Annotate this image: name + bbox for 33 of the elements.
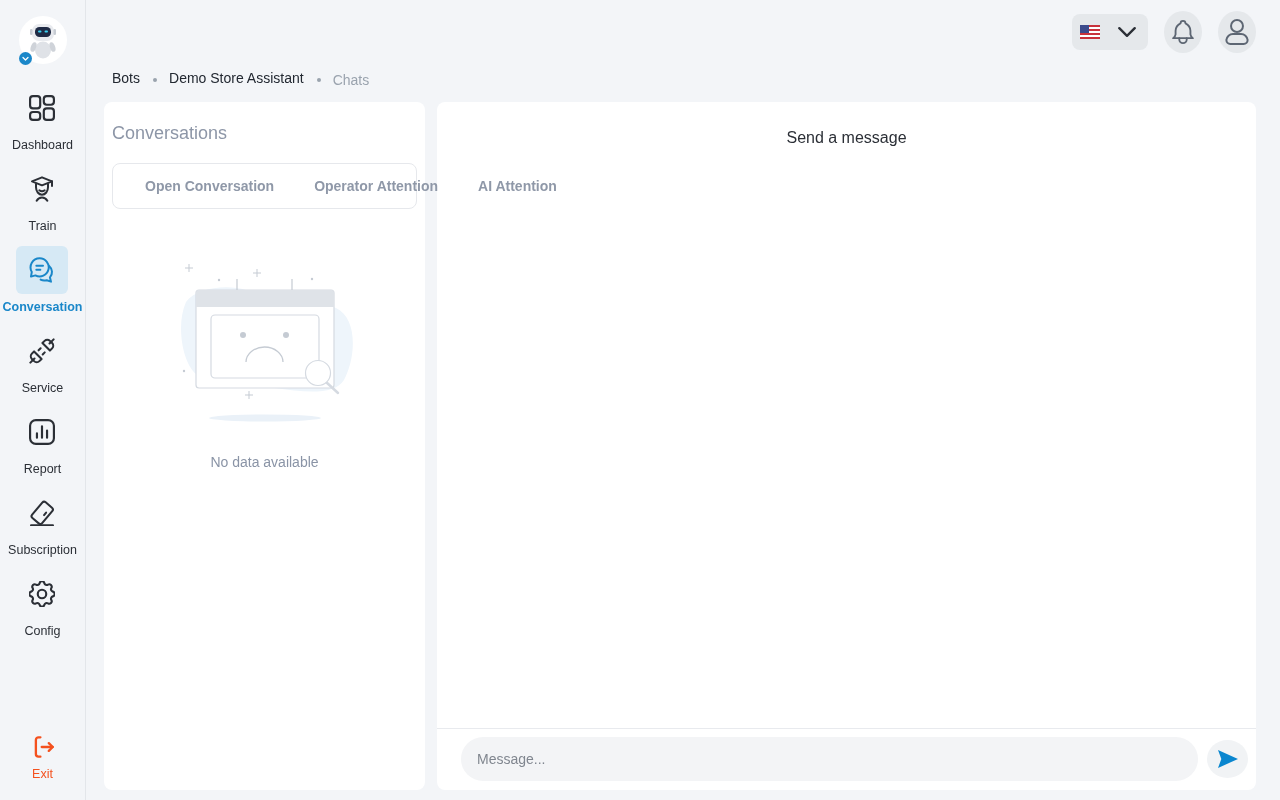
robot-avatar: [18, 16, 67, 64]
bar-chart-icon: [29, 419, 56, 445]
grid-icon: [29, 95, 56, 121]
notifications-button[interactable]: [1164, 11, 1202, 53]
separator-dot-icon: [316, 78, 321, 82]
chat-bubbles-icon: [16, 246, 69, 294]
bell-icon: [1170, 19, 1196, 45]
chat-title: Send a message: [785, 128, 908, 148]
settings-icon: [29, 581, 56, 607]
chevron-down-icon[interactable]: [18, 52, 32, 65]
sidebar-item[interactable]: Conversation: [2, 246, 83, 315]
user-icon: [1224, 19, 1250, 45]
breadcrumb-link[interactable]: Demo Store Assistant: [169, 68, 304, 88]
profile-button[interactable]: [1218, 11, 1256, 53]
send-icon: [1217, 750, 1238, 768]
sidebar-item[interactable]: Subscription: [8, 489, 77, 558]
panel-title: Conversations: [112, 122, 229, 145]
plug-icon: [29, 338, 56, 364]
sidebar-item[interactable]: Train: [16, 165, 69, 234]
message-input[interactable]: Message...: [461, 737, 1198, 781]
sidebar-item[interactable]: Dashboard: [11, 84, 74, 153]
sidebar-item[interactable]: Report: [16, 408, 69, 477]
empty-message: No data available: [209, 453, 320, 472]
card-icon: [29, 500, 56, 526]
graduate-face-icon: [29, 176, 56, 202]
flag-icon: [1080, 25, 1100, 39]
breadcrumb-current: Chats: [332, 71, 370, 90]
send-button[interactable]: [1207, 740, 1248, 778]
breadcrumb-link[interactable]: Bots: [112, 68, 140, 88]
sidebar-item[interactable]: Config: [16, 570, 69, 639]
separator-dot-icon: [153, 78, 157, 82]
sidebar-item[interactable]: Service: [16, 327, 69, 396]
language-dropdown[interactable]: [1072, 14, 1148, 50]
